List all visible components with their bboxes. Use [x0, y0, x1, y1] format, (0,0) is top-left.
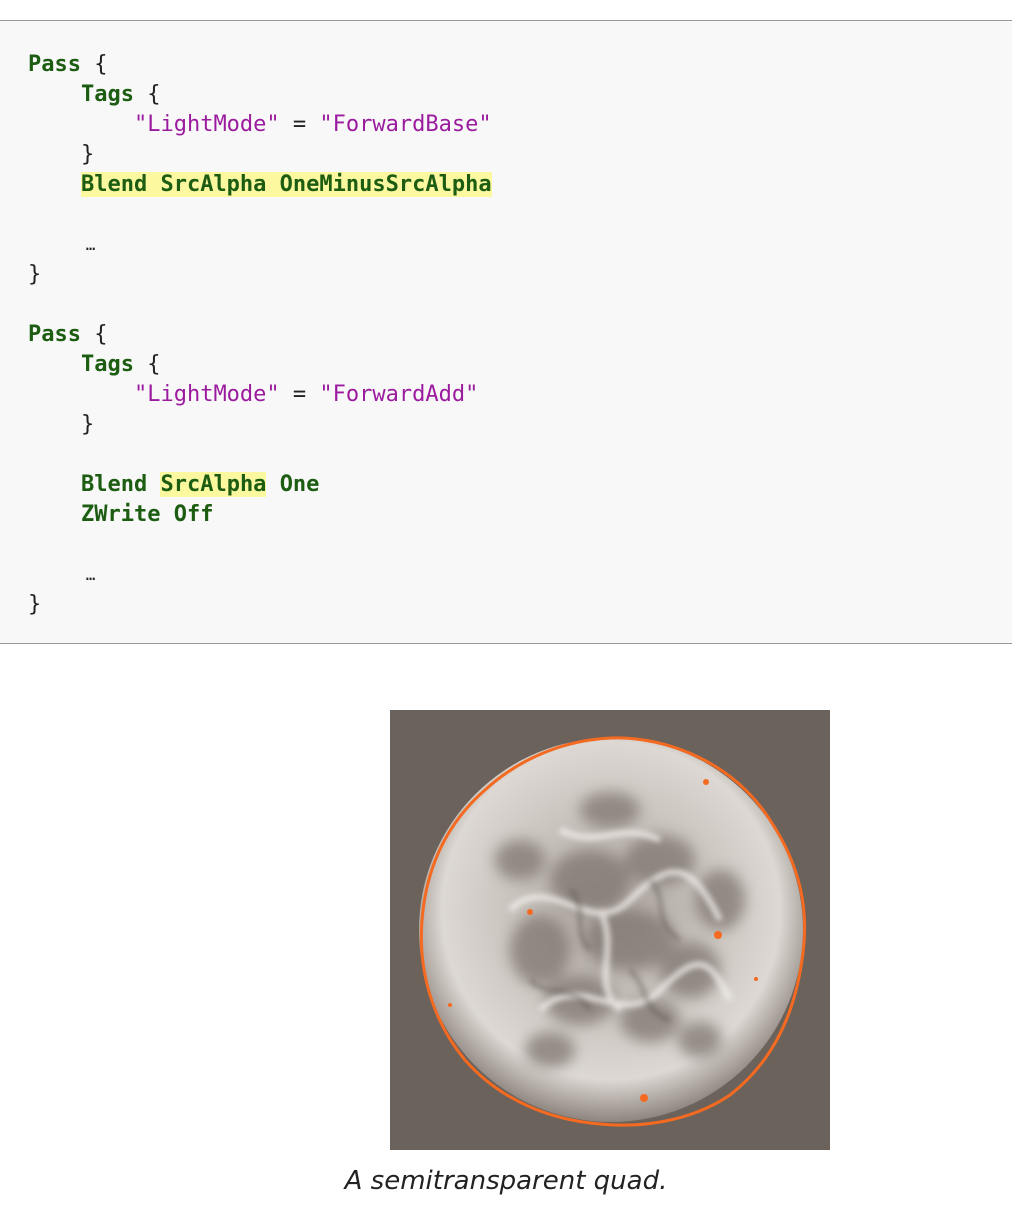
- ellipsis: …: [85, 235, 96, 254]
- keyword-tags: Tags: [80, 82, 134, 107]
- code-block: Pass { Tags { "LightMode" = "ForwardBase…: [0, 20, 1012, 644]
- code-line: Blend SrcAlpha OneMinusSrcAlpha: [28, 170, 492, 200]
- blend-statement-highlighted: Blend SrcAlpha OneMinusSrcAlpha: [80, 172, 492, 197]
- close-brace: }: [28, 592, 42, 617]
- equals-sign: =: [292, 382, 307, 407]
- code-line: ZWrite Off: [28, 500, 213, 530]
- code-line: …: [28, 560, 96, 590]
- close-brace: }: [80, 142, 95, 167]
- open-brace: {: [94, 322, 108, 347]
- code-line: Tags {: [28, 80, 160, 110]
- keyword-pass: Pass: [28, 52, 81, 77]
- keyword-srcalpha-highlighted: SrcAlpha: [160, 472, 267, 497]
- code-line: }: [28, 590, 41, 620]
- code-line: Tags {: [28, 350, 160, 380]
- open-brace: {: [147, 352, 161, 377]
- code-line: Pass {: [28, 320, 107, 350]
- string-lightmode: "LightMode": [133, 382, 280, 407]
- code-line: Blend SrcAlpha One: [28, 470, 319, 500]
- close-brace: }: [28, 262, 42, 287]
- code-line: }: [28, 410, 94, 440]
- keyword-blend: Blend: [80, 472, 148, 497]
- keyword-pass: Pass: [28, 322, 81, 347]
- equals-sign: =: [292, 112, 307, 137]
- semitransparent-quad-image: [390, 710, 830, 1150]
- keyword-tags: Tags: [80, 352, 134, 377]
- ellipsis: …: [85, 565, 96, 584]
- figure-caption: A semitransparent quad.: [344, 1166, 668, 1196]
- code-line: Pass {: [28, 50, 107, 80]
- close-brace: }: [80, 412, 95, 437]
- open-brace: {: [147, 82, 161, 107]
- code-line: "LightMode" = "ForwardBase": [28, 110, 492, 140]
- string-lightmode: "LightMode": [133, 112, 280, 137]
- code-line: …: [28, 230, 96, 260]
- code-line: }: [28, 260, 41, 290]
- code-line: "LightMode" = "ForwardAdd": [28, 380, 478, 410]
- open-brace: {: [94, 52, 108, 77]
- string-forwardbase: "ForwardBase": [319, 112, 492, 137]
- zwrite-statement: ZWrite Off: [80, 502, 214, 527]
- code-line: }: [28, 140, 94, 170]
- string-forwardadd: "ForwardAdd": [319, 382, 479, 407]
- keyword-one: One: [279, 472, 320, 497]
- smoke-sphere-graphic: [419, 736, 807, 1127]
